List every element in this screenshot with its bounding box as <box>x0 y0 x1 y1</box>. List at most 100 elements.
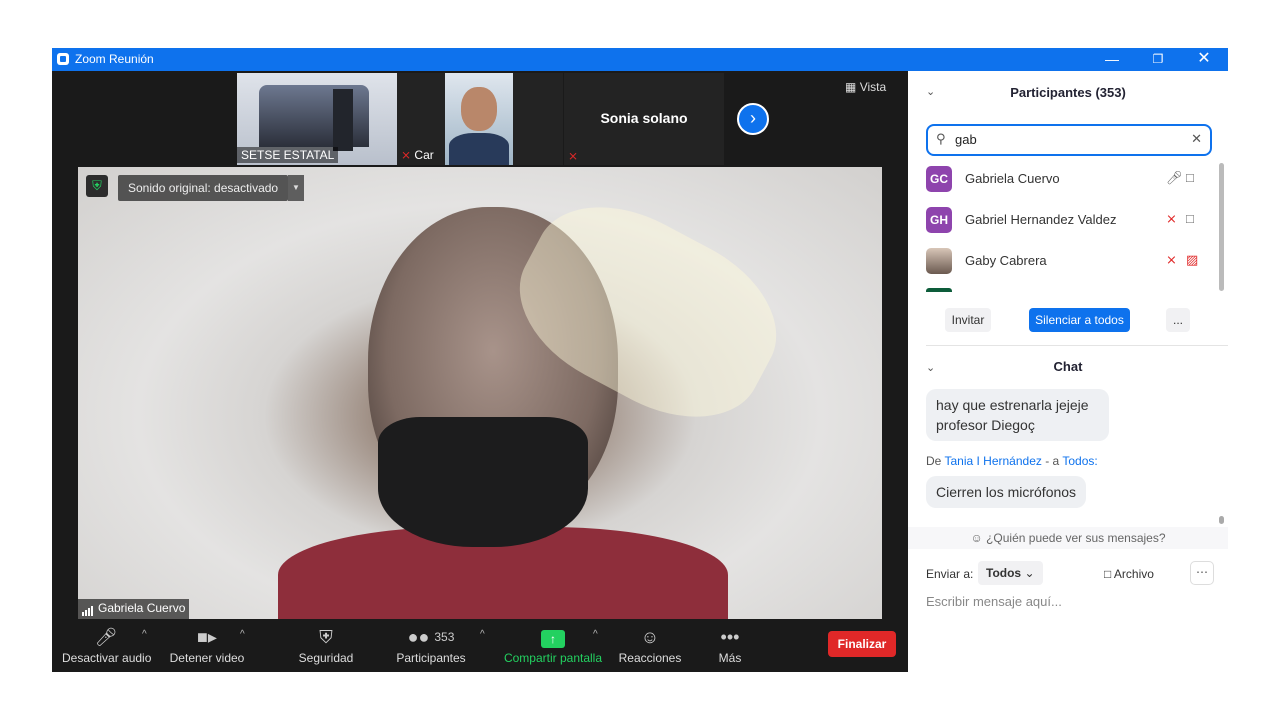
thumbnail-setse-estatal[interactable]: SETSE ESTATAL <box>237 73 397 165</box>
avatar: GH <box>926 207 952 233</box>
end-meeting-button[interactable]: Finalizar <box>828 631 896 657</box>
chat-header: ⌄ Chat <box>908 355 1228 379</box>
thumbnail-sonia-solano[interactable]: Sonia solano ⨯ <box>564 73 724 165</box>
chat-more-button[interactable]: ⋯ <box>1190 561 1214 585</box>
participants-scrollbar[interactable] <box>1219 163 1224 291</box>
close-icon[interactable]: ✕ <box>1181 48 1227 71</box>
view-label: Vista <box>859 80 887 94</box>
muted-mic-icon[interactable]: ⨯ <box>1166 252 1177 268</box>
sender-name[interactable]: Tania I Hernández <box>944 454 1041 468</box>
zoom-app-icon <box>57 53 69 65</box>
thumbnail-name: Sonia solano <box>600 110 688 126</box>
shirt-shape <box>449 133 509 165</box>
participant-row[interactable]: GH Gabriel Hernandez Valdez ⨯ □ <box>926 202 1210 238</box>
video-camera-icon[interactable]: □ <box>1186 170 1194 185</box>
mute-audio-button[interactable]: 🎤︎ Desactivar audio <box>62 623 151 665</box>
avatar <box>926 248 952 274</box>
restore-icon[interactable]: ❐ <box>1135 48 1181 71</box>
participant-search-input[interactable]: ⚲ gab ✕ <box>926 124 1212 156</box>
file-button[interactable]: □ Archivo <box>1104 567 1154 581</box>
encryption-shield-icon[interactable]: ⛨ <box>86 175 108 197</box>
original-sound-toggle[interactable]: Sonido original: desactivado <box>118 175 289 201</box>
clear-search-icon[interactable]: ✕ <box>1191 131 1202 147</box>
muted-mic-icon: ⨯ <box>401 148 412 162</box>
security-button[interactable]: ⛨ Seguridad <box>290 623 362 665</box>
who-can-see-link[interactable]: ☺ ¿Quién puede ver sus mensajes? <box>908 527 1228 549</box>
share-screen-button[interactable]: ↑ Compartir pantalla <box>500 623 606 665</box>
participants-more-button[interactable]: ... <box>1166 308 1190 332</box>
participants-header: ⌄ Participantes (353) <box>908 71 1228 115</box>
title-bar: Zoom Reunión — ❐ ✕ <box>52 48 1228 71</box>
share-icon-wrap: ↑ <box>500 623 606 651</box>
face-shape <box>461 87 497 131</box>
participant-name: Gaby Cabrera <box>965 253 1047 268</box>
signal-bars-icon <box>82 602 94 616</box>
thumbnail-label: SETSE ESTATAL <box>237 147 339 163</box>
reactions-label: Reacciones <box>618 651 682 665</box>
avatar: GC <box>926 166 952 192</box>
participant-name: Gabriel Hernandez Valdez <box>965 212 1117 227</box>
chat-scrollbar[interactable] <box>1219 516 1224 524</box>
avatar-partial <box>926 288 952 292</box>
send-to-dropdown[interactable]: Todos ⌄ <box>978 561 1043 585</box>
thumbnail-car[interactable]: ⨯ Car <box>397 73 563 165</box>
who-can-see-label: ¿Quién puede ver sus mensajes? <box>986 531 1166 545</box>
participants-button[interactable]: ●● 353 Participantes <box>392 623 470 665</box>
participant-name: Gabriela Cuervo <box>965 171 1060 186</box>
mute-all-button[interactable]: Silenciar a todos <box>1029 308 1130 332</box>
stop-video-button[interactable]: ■▸ Detener video <box>164 623 250 665</box>
chevron-down-icon[interactable]: ▼ <box>288 175 304 201</box>
camera-feed <box>445 73 513 165</box>
window-title: Zoom Reunión <box>75 52 154 66</box>
invite-button[interactable]: Invitar <box>945 308 991 332</box>
muted-mic-icon: ⨯ <box>568 149 579 163</box>
person-icon: ☺ <box>970 531 983 545</box>
microphone-icon: 🎤︎ <box>94 627 118 647</box>
more-label: Más <box>718 651 742 665</box>
ellipsis-icon: ⋯ <box>1196 565 1208 579</box>
video-camera-icon[interactable]: □ <box>1186 211 1194 226</box>
file-icon: □ <box>1104 567 1112 581</box>
chat-message: hay que estrenarla jejeje profesor Diego… <box>926 389 1109 441</box>
reactions-button[interactable]: ☺ Reacciones <box>616 623 684 665</box>
search-value: gab <box>955 132 977 147</box>
microphone-icon[interactable]: 🎤︎ <box>1166 170 1183 186</box>
main-video <box>78 167 882 619</box>
video-camera-icon: ■▸ <box>197 627 217 647</box>
participants-icon: ●● 353 <box>407 627 455 647</box>
grid-icon: ▦ <box>845 80 857 94</box>
meeting-toolbar: 🎤︎ Desactivar audio ^ ■▸ Detener video ^… <box>52 619 908 672</box>
chat-message-input[interactable]: Escribir mensaje aquí... <box>926 594 1062 609</box>
next-page-button[interactable]: › <box>737 103 769 135</box>
chevron-up-icon[interactable]: ^ <box>142 629 147 640</box>
chat-message: Cierren los micrófonos <box>926 476 1087 508</box>
share-screen-icon: ↑ <box>541 630 565 648</box>
chevron-down-icon: ⌄ <box>1024 566 1035 580</box>
chat-sender-line: De Tania I Hernández - a Todos: <box>926 454 1098 468</box>
stop-video-label: Detener video <box>169 651 245 665</box>
minimize-icon[interactable]: — <box>1089 48 1135 71</box>
muted-mic-icon[interactable]: ⨯ <box>1166 211 1177 227</box>
file-label: Archivo <box>1113 567 1154 581</box>
speaker-name-tag: Gabriela Cuervo <box>78 599 190 619</box>
send-to-label: Enviar a: <box>926 567 974 581</box>
more-button[interactable]: ••• Más <box>708 623 752 665</box>
view-button[interactable]: ▦ Vista <box>845 80 886 94</box>
chevron-up-icon[interactable]: ^ <box>480 629 485 640</box>
speaker-mask-shape <box>378 417 588 547</box>
participant-row[interactable]: Gaby Cabrera ⨯ ▨ <box>926 243 1210 279</box>
send-to-value: Todos <box>986 566 1022 580</box>
thumbnail-name: Car <box>414 148 434 162</box>
chevron-right-icon: › <box>750 108 756 128</box>
divider <box>926 345 1228 346</box>
participant-row[interactable]: GC Gabriela Cuervo 🎤︎ □ <box>926 161 1210 197</box>
smiley-icon: ☺ <box>640 627 660 647</box>
shield-icon: ⛨ <box>319 627 333 647</box>
zoom-window: Zoom Reunión — ❐ ✕ SETSE ESTATAL ⨯ Car S… <box>52 48 1228 672</box>
search-icon: ⚲ <box>936 131 946 146</box>
recipient-name[interactable]: Todos: <box>1062 454 1097 468</box>
chevron-up-icon[interactable]: ^ <box>593 629 598 640</box>
from-prefix: De <box>926 454 942 468</box>
video-off-icon[interactable]: ▨ <box>1186 252 1198 268</box>
chevron-up-icon[interactable]: ^ <box>240 629 245 640</box>
